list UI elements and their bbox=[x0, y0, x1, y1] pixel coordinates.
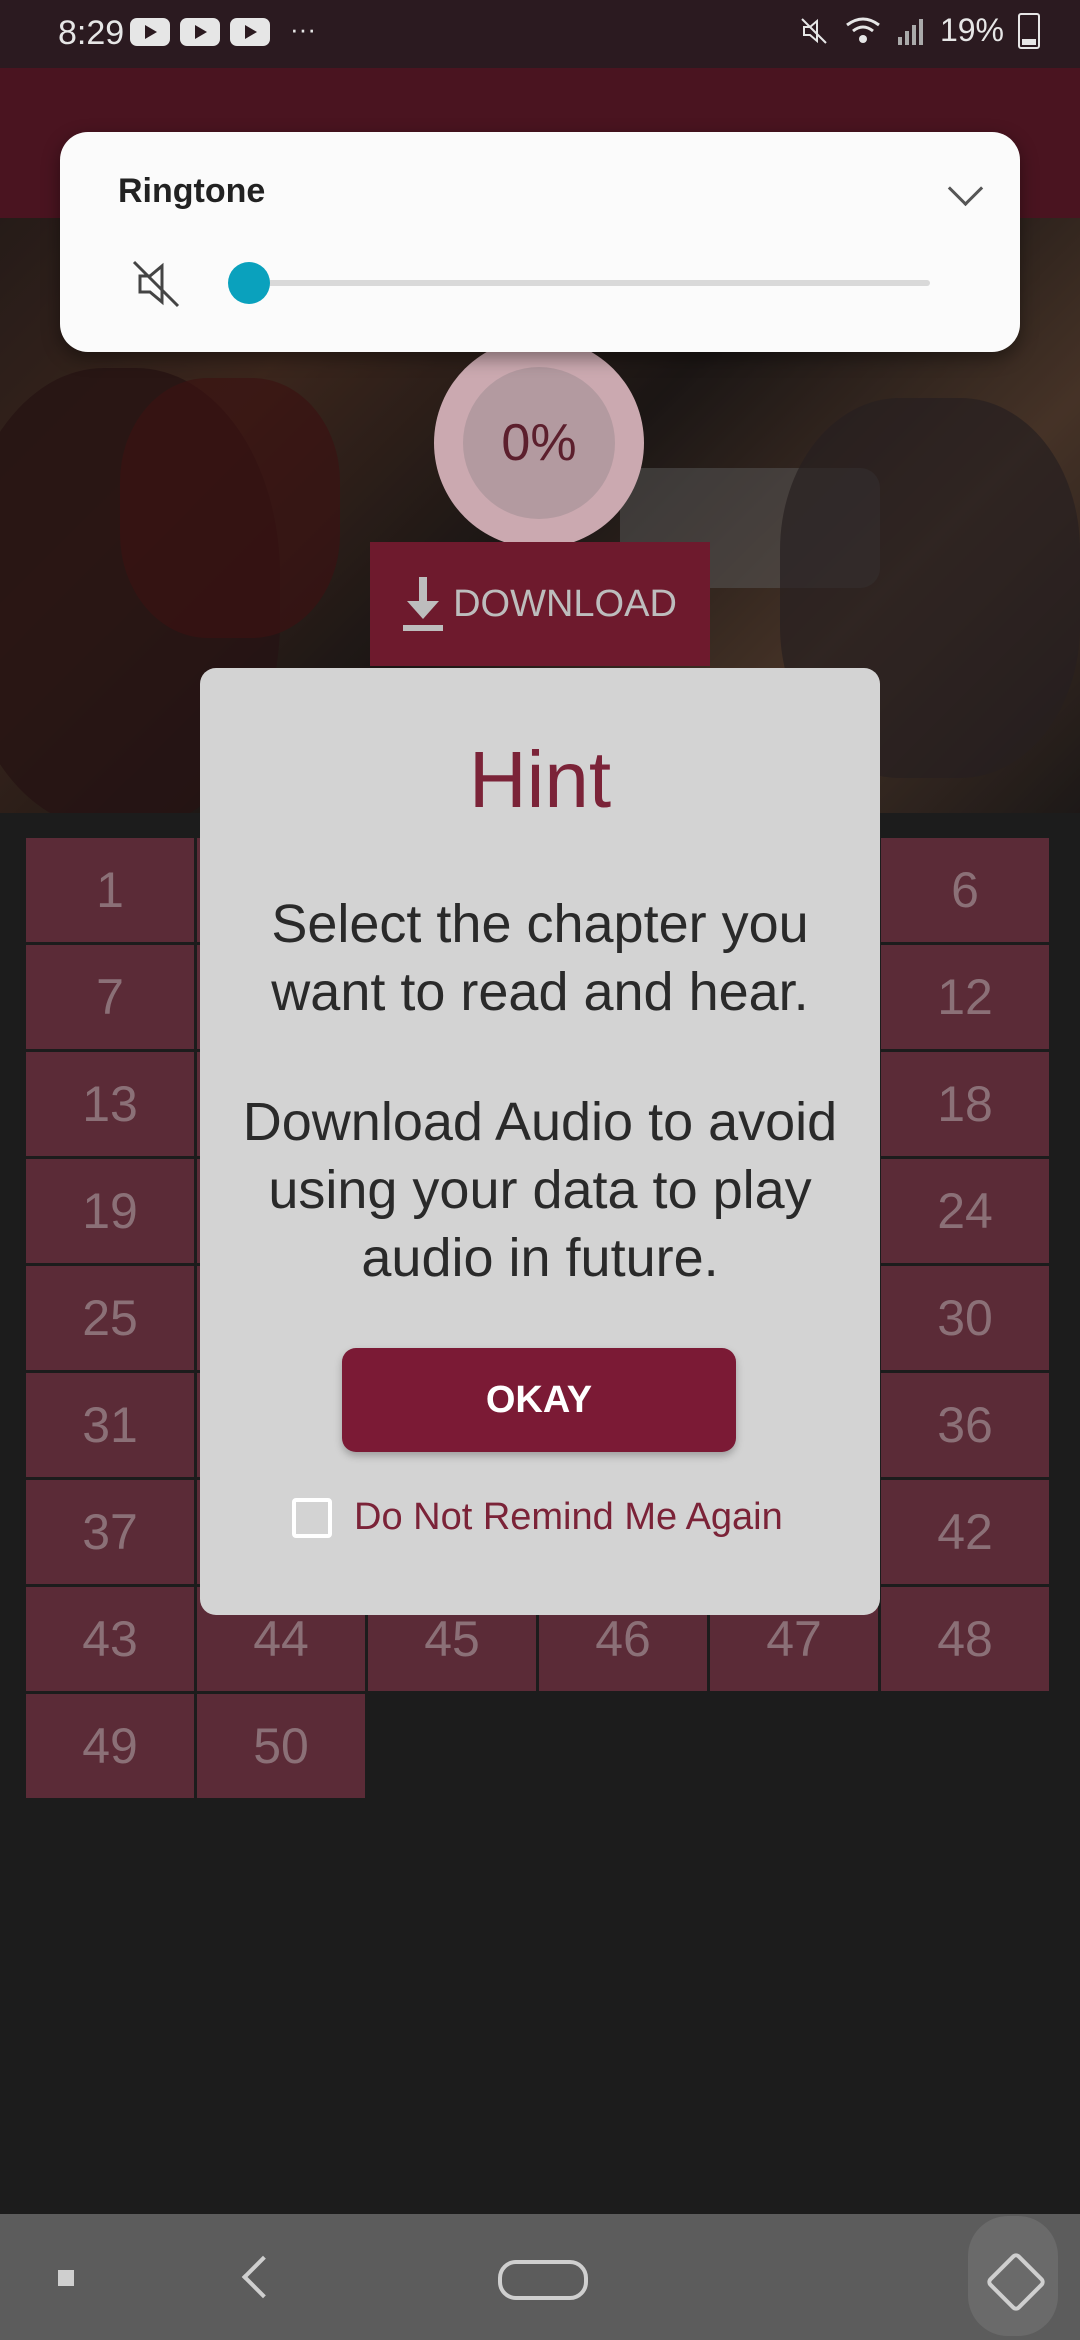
okay-button[interactable]: OKAY bbox=[342, 1348, 736, 1452]
status-right: 19% bbox=[798, 12, 1040, 49]
chapter-cell[interactable]: 48 bbox=[881, 1587, 1049, 1691]
youtube-icon bbox=[230, 18, 270, 46]
back-button[interactable] bbox=[241, 2255, 285, 2299]
dialog-message-chapter: Select the chapter you want to read and … bbox=[271, 894, 809, 1022]
chapter-cell[interactable]: 6 bbox=[881, 838, 1049, 942]
rotate-screen-button[interactable] bbox=[968, 2216, 1058, 2336]
chapter-cell[interactable]: 1 bbox=[26, 838, 194, 942]
recents-button[interactable] bbox=[58, 2270, 74, 2286]
chapter-cell[interactable]: 25 bbox=[26, 1266, 194, 1370]
dialog-title: Hint bbox=[468, 735, 612, 824]
download-progress-ring: 0% bbox=[434, 338, 644, 548]
do-not-remind-row[interactable]: Do Not Remind Me Again bbox=[292, 1496, 783, 1539]
download-button[interactable]: DOWNLOAD bbox=[370, 542, 710, 666]
download-label: DOWNLOAD bbox=[453, 582, 677, 625]
status-bar: 8:29 ··· 19% bbox=[0, 0, 1080, 68]
youtube-icon bbox=[130, 18, 170, 46]
volume-mute-icon[interactable] bbox=[126, 254, 186, 314]
chapter-cell[interactable]: 50 bbox=[197, 1694, 365, 1798]
dialog-message-download: Download Audio to avoid using your data … bbox=[242, 1092, 838, 1288]
system-nav-bar bbox=[0, 2214, 1080, 2340]
more-notifications-indicator: ··· bbox=[290, 14, 316, 44]
notification-icons bbox=[130, 18, 270, 46]
youtube-icon bbox=[180, 18, 220, 46]
progress-value: 0% bbox=[463, 367, 615, 519]
volume-slider-thumb[interactable] bbox=[228, 262, 270, 304]
volume-panel: Ringtone bbox=[60, 132, 1020, 352]
signal-icon bbox=[897, 18, 923, 45]
rotate-icon bbox=[984, 2250, 1048, 2314]
battery-percent: 19% bbox=[939, 12, 1004, 48]
home-button[interactable] bbox=[498, 2260, 588, 2300]
chapter-cell[interactable]: 18 bbox=[881, 1052, 1049, 1156]
battery-icon bbox=[1018, 12, 1040, 49]
chapter-cell[interactable]: 49 bbox=[26, 1694, 194, 1798]
volume-stream-label: Ringtone bbox=[118, 172, 266, 210]
chapter-cell[interactable]: 42 bbox=[881, 1480, 1049, 1584]
chapter-cell[interactable]: 37 bbox=[26, 1480, 194, 1584]
do-not-remind-checkbox[interactable] bbox=[292, 1497, 332, 1538]
chapter-cell[interactable]: 12 bbox=[881, 945, 1049, 1049]
chapter-cell[interactable]: 31 bbox=[26, 1373, 194, 1477]
wifi-icon bbox=[846, 17, 880, 43]
status-time: 8:29 bbox=[58, 14, 125, 52]
chapter-cell[interactable]: 30 bbox=[881, 1266, 1049, 1370]
volume-slider-track[interactable] bbox=[230, 280, 930, 286]
chapter-cell[interactable]: 19 bbox=[26, 1159, 194, 1263]
do-not-remind-label[interactable]: Do Not Remind Me Again bbox=[354, 1496, 783, 1539]
chevron-down-icon[interactable] bbox=[947, 170, 984, 207]
chapter-cell[interactable]: 36 bbox=[881, 1373, 1049, 1477]
chapter-cell[interactable]: 43 bbox=[26, 1587, 194, 1691]
mute-status-icon bbox=[801, 17, 827, 44]
download-icon bbox=[403, 577, 444, 631]
chapter-cell[interactable]: 13 bbox=[26, 1052, 194, 1156]
hint-dialog: Hint Select the chapter you want to read… bbox=[200, 668, 880, 1615]
chapter-cell[interactable]: 7 bbox=[26, 945, 194, 1049]
chapter-cell[interactable]: 24 bbox=[881, 1159, 1049, 1263]
